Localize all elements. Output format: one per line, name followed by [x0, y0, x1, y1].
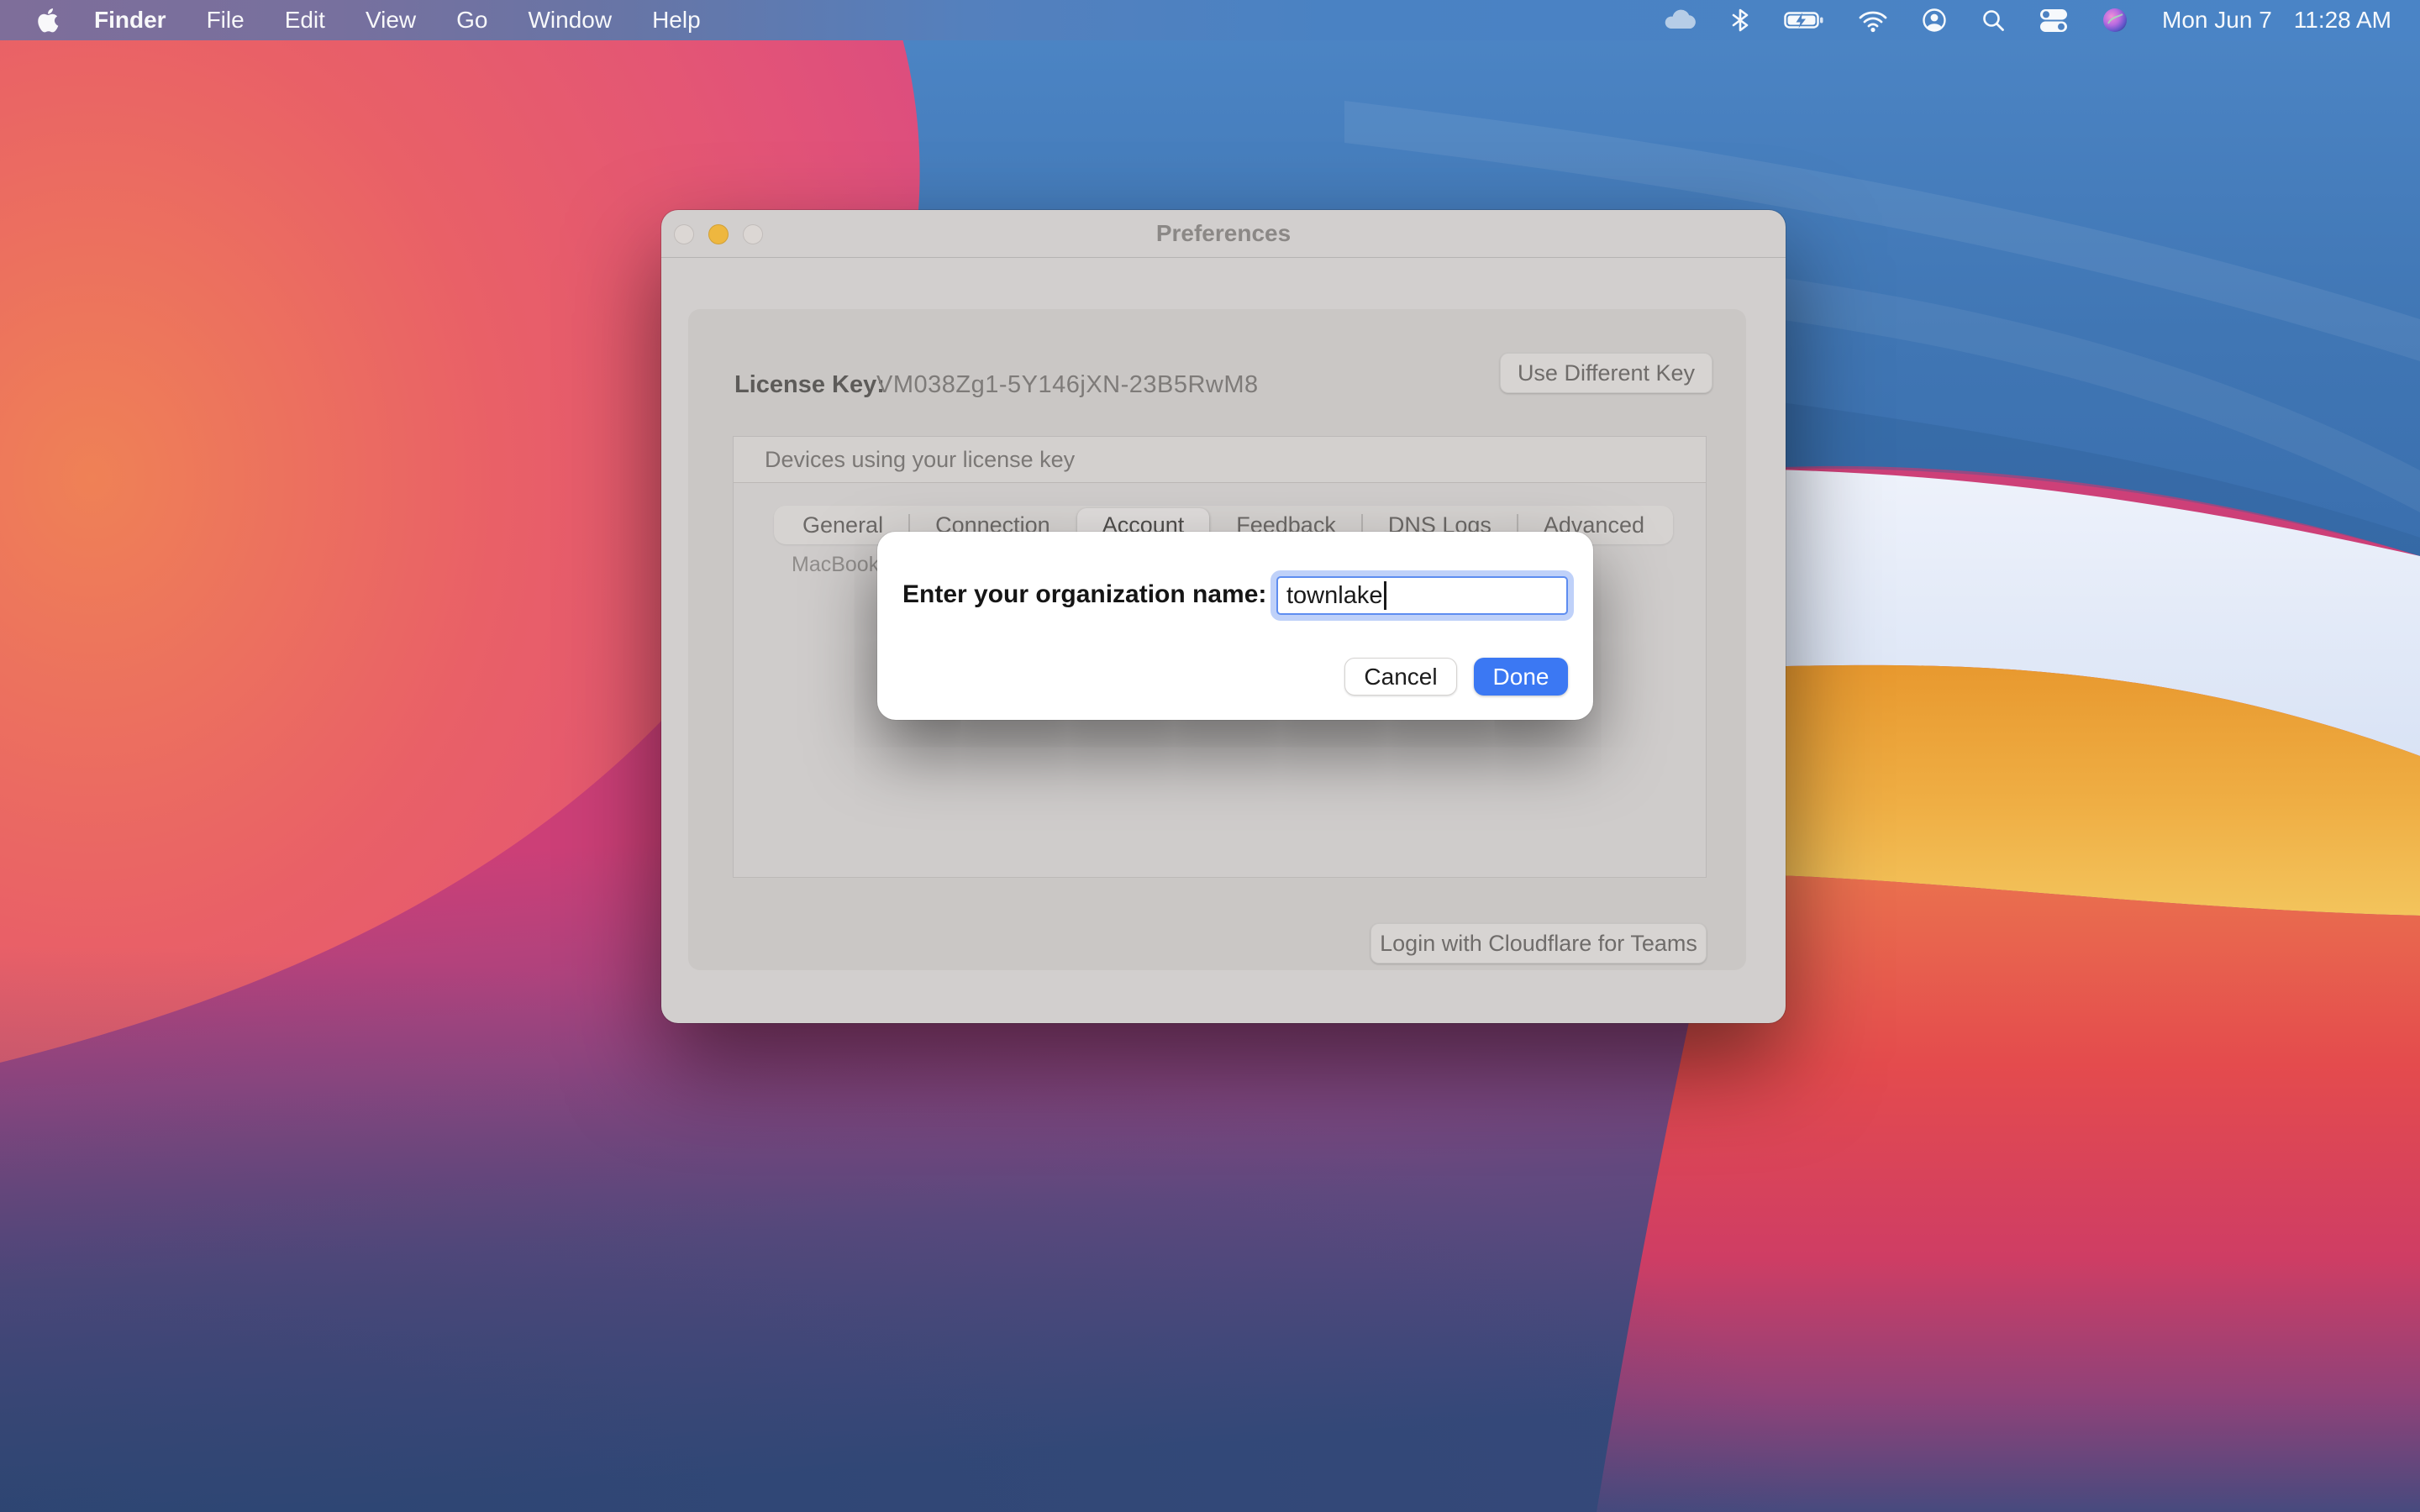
wifi-icon[interactable]	[1858, 8, 1888, 33]
desktop: Finder File Edit View Go Window Help	[0, 0, 2420, 1512]
title-bar[interactable]: Preferences	[661, 210, 1786, 258]
battery-icon[interactable]	[1784, 8, 1824, 33]
license-key-label: License Key:	[734, 371, 885, 399]
login-cloudflare-teams-button[interactable]: Login with Cloudflare for Teams	[1370, 923, 1707, 963]
siri-icon[interactable]	[2102, 7, 2128, 34]
license-key-value: VM038Zg1-5Y146jXN-23B5RwM8	[876, 371, 1259, 399]
menu-item-edit[interactable]: Edit	[265, 7, 345, 34]
status-area: Mon Jun 7 11:28 AM	[1663, 7, 2420, 34]
license-row: License Key: VM038Zg1-5Y146jXN-23B5RwM8 …	[688, 360, 1746, 418]
bluetooth-icon[interactable]	[1730, 7, 1750, 34]
input-value: townlake	[1286, 582, 1382, 610]
done-button[interactable]: Done	[1474, 658, 1568, 696]
cloudflare-icon[interactable]	[1663, 8, 1697, 32]
user-icon[interactable]	[1922, 8, 1947, 33]
menu-bar: Finder File Edit View Go Window Help	[0, 0, 2420, 40]
menu-item-help[interactable]: Help	[632, 7, 721, 34]
window-title: Preferences	[1156, 220, 1291, 247]
minimize-button[interactable]	[708, 224, 729, 244]
cancel-button[interactable]: Cancel	[1344, 658, 1457, 696]
date-label: Mon Jun 7	[2162, 7, 2272, 34]
traffic-lights	[674, 210, 763, 258]
menu-item-file[interactable]: File	[187, 7, 265, 34]
menu-bar-clock[interactable]: Mon Jun 7 11:28 AM	[2162, 7, 2391, 34]
menu-item-view[interactable]: View	[345, 7, 436, 34]
control-center-icon[interactable]	[2039, 7, 2068, 34]
dialog-prompt: Enter your organization name:	[902, 580, 1266, 609]
menu-bar-left: Finder File Edit View Go Window Help	[0, 7, 721, 34]
close-button[interactable]	[674, 224, 694, 244]
zoom-button[interactable]	[743, 224, 763, 244]
organization-name-dialog: Enter your organization name: townlake C…	[877, 532, 1593, 720]
use-different-key-button[interactable]: Use Different Key	[1500, 353, 1712, 393]
organization-name-input[interactable]: townlake	[1276, 576, 1568, 615]
apple-menu[interactable]	[34, 7, 74, 34]
text-caret	[1384, 581, 1386, 610]
menu-item-go[interactable]: Go	[436, 7, 508, 34]
devices-table-header: Devices using your license key	[734, 437, 1706, 483]
apple-logo-icon	[37, 7, 59, 34]
menu-item-finder[interactable]: Finder	[74, 7, 187, 34]
menu-item-window[interactable]: Window	[508, 7, 632, 34]
time-label: 11:28 AM	[2294, 7, 2391, 34]
search-icon[interactable]	[1981, 8, 2006, 33]
